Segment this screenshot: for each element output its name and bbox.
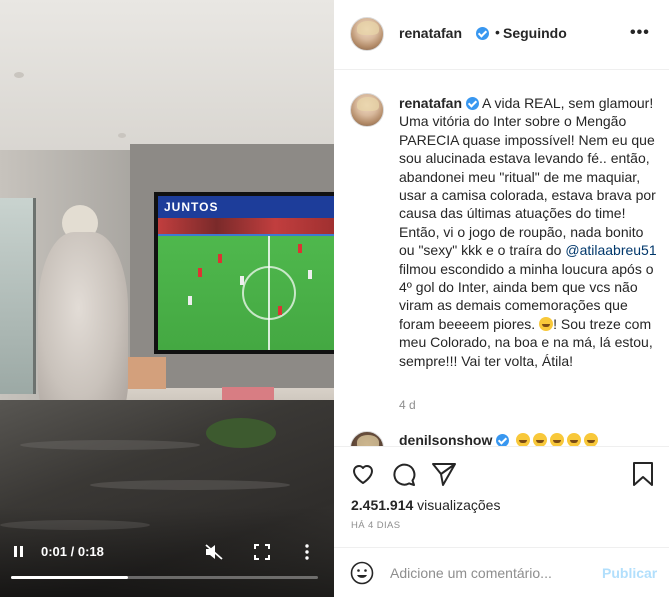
view-count-number: 2.451.914 [351,497,414,513]
more-vertical-icon[interactable] [303,543,311,561]
tv-player [240,276,244,285]
comment-username[interactable]: denilsonshow [399,432,492,446]
video-scene-tv-screen: JUNTOS [158,196,334,350]
laughing-emoji-icon [539,316,554,331]
post-actions: 2.451.914 visualizações HÁ 4 DIAS Public… [334,446,669,585]
comment-icon[interactable] [391,461,417,487]
avatar[interactable] [350,431,384,446]
verified-badge-icon [476,27,489,40]
caption-text: A vida REAL, sem glamour! Uma vitória do… [399,95,656,259]
video-progress-bar[interactable] [11,576,318,579]
laughing-emoji-icon [550,433,565,446]
comment-input[interactable] [390,561,590,585]
pitch-circle [242,266,296,320]
laughing-emoji-icon [567,433,582,446]
volume-muted-icon[interactable] [205,544,223,560]
fullscreen-icon[interactable] [254,544,270,560]
avatar[interactable] [350,17,384,51]
caption-mention[interactable]: @atilaabreu51 [565,242,656,258]
verified-badge-icon [465,97,479,110]
tv-player [198,268,202,277]
tv-player [218,254,222,263]
tv-player [278,306,282,315]
laughing-emoji-icon [584,433,599,446]
add-comment-bar: Publicar [334,547,669,597]
header-username[interactable]: renatafan [399,25,462,41]
video-scene-person [38,232,128,422]
video-scene-window [0,198,36,394]
post-header: renatafan • Seguindo ••• [334,0,669,70]
video-scene-box [126,357,166,389]
view-count[interactable]: 2.451.914 visualizações [351,497,500,513]
tv-player [308,270,312,279]
video-scene-tv: JUNTOS [154,192,334,354]
video-progress-fill [11,576,128,579]
video-scene-ceiling-light [14,72,24,78]
post-caption: renatafan A vida REAL, sem glamour! Uma … [399,94,657,370]
pause-icon[interactable] [12,545,26,559]
tv-banner: JUNTOS [158,196,334,218]
video-scene-ceiling [0,0,334,150]
verified-badge-icon [496,434,510,446]
video-scene-plant [206,418,276,448]
video-scene-ceiling-light [118,133,126,138]
tv-player [298,244,302,253]
blanket-fold [20,440,200,450]
caption-age: 4 d [399,398,416,412]
view-count-label: visualizações [413,497,501,513]
comment: denilsonshow [399,432,599,446]
share-icon[interactable] [431,461,457,487]
header-separator: • [495,24,500,40]
tv-player [188,296,192,305]
post-panel: renatafan • Seguindo ••• renatafan A vid… [334,0,669,597]
smile-icon[interactable] [350,561,374,585]
tv-crowd [158,218,334,234]
bookmark-icon[interactable] [630,461,656,487]
laughing-emoji-icon [516,433,531,446]
comments-section: renatafan A vida REAL, sem glamour! Uma … [334,71,669,446]
following-button[interactable]: Seguindo [503,25,567,41]
publish-button[interactable]: Publicar [602,565,657,581]
blanket-fold [90,480,290,490]
video-controls: 0:01 / 0:18 [0,538,334,568]
more-options-icon[interactable]: ••• [630,24,650,42]
video-player[interactable]: JUNTOS 0:01 / 0:18 [0,0,334,597]
caption-username[interactable]: renatafan [399,95,462,111]
comment-emojis [513,432,599,446]
heart-icon[interactable] [350,461,376,487]
laughing-emoji-icon [533,433,548,446]
avatar[interactable] [350,93,384,127]
post-timestamp: HÁ 4 DIAS [351,520,401,531]
video-time: 0:01 / 0:18 [41,544,104,559]
